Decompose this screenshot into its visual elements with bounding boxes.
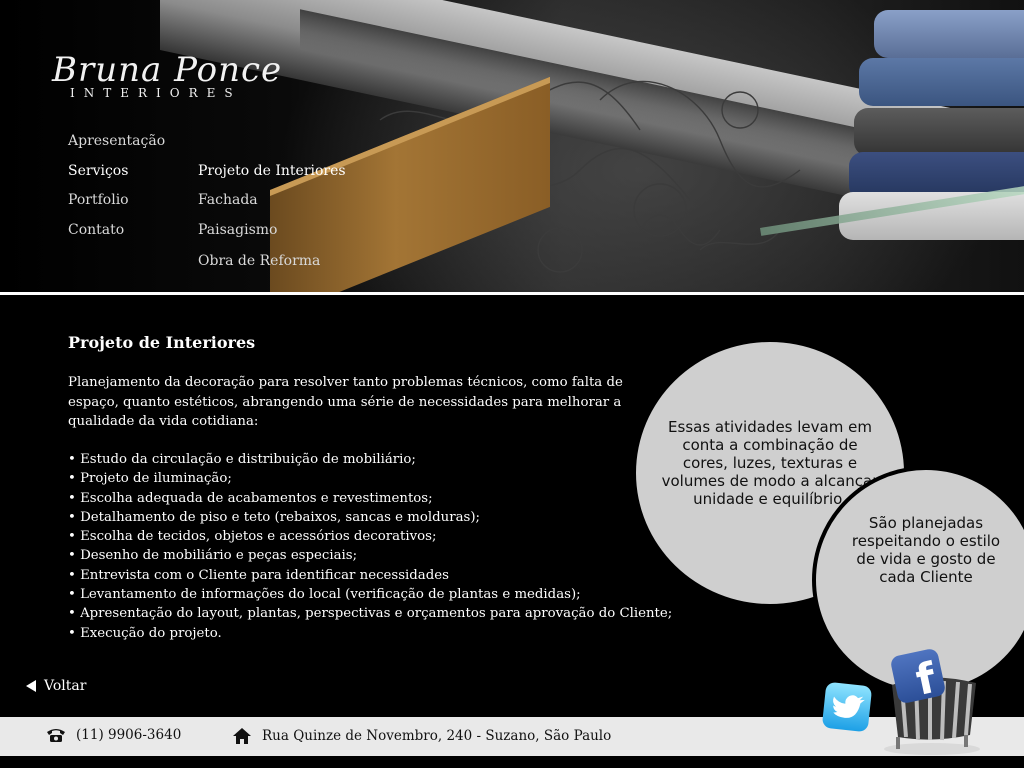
- footer-phone: (11) 9906-3640: [46, 727, 181, 743]
- logo-script: Bruna Ponce: [52, 50, 283, 90]
- triangle-left-icon: [26, 680, 36, 692]
- twitter-bird-icon: [833, 695, 865, 718]
- list-item: • Estudo da circulação e distribuição de…: [68, 452, 416, 467]
- nav-portfolio[interactable]: Portfolio: [68, 192, 129, 208]
- subnav-projeto-interiores[interactable]: Projeto de Interiores: [198, 163, 346, 179]
- subnav-fachada[interactable]: Fachada: [198, 192, 258, 208]
- page-title: Projeto de Interiores: [68, 333, 256, 352]
- brand-logo[interactable]: Bruna Ponce INTERIORES: [52, 50, 282, 100]
- phone-icon: [47, 729, 65, 742]
- services-list: • Estudo da circulação e distribuição de…: [68, 450, 672, 643]
- list-item: • Escolha adequada de acabamentos e reve…: [68, 490, 433, 506]
- fabric-stack-2: [859, 58, 1024, 106]
- divider: [0, 292, 1024, 295]
- subnav-obra-reforma[interactable]: Obra de Reforma: [198, 253, 320, 269]
- hero-banner: Bruna Ponce INTERIORES Apresentação Serv…: [0, 0, 1024, 292]
- intro-paragraph: Planejamento da decoração para resolver …: [68, 375, 623, 429]
- back-link[interactable]: Voltar: [26, 678, 86, 694]
- list-item: • Detalhamento de piso e teto (rebaixos,…: [68, 509, 480, 525]
- subnav-paisagismo[interactable]: Paisagismo: [198, 222, 277, 238]
- fabric-stack-1: [874, 10, 1024, 58]
- address-text: Rua Quinze de Novembro, 240 - Suzano, Sã…: [262, 728, 612, 744]
- nav-apresentacao[interactable]: Apresentação: [68, 133, 165, 149]
- bubble-text: Essas atividades levam em conta a combin…: [661, 418, 879, 508]
- phone-number: (11) 9906-3640: [76, 727, 182, 743]
- footer-address: Rua Quinze de Novembro, 240 - Suzano, Sã…: [232, 727, 611, 745]
- footer-bottom-strip: [0, 756, 1024, 768]
- list-item: • Projeto de iluminação;: [68, 471, 232, 487]
- fabric-stack-3: [854, 108, 1024, 156]
- list-item: • Entrevista com o Cliente para identifi…: [68, 567, 449, 583]
- twitter-icon[interactable]: [821, 681, 873, 733]
- bubble-text: São planejadas respeitando o estilo de v…: [851, 514, 1001, 586]
- list-item: • Desenho de mobiliário e peças especiai…: [68, 548, 358, 564]
- nav-servicos[interactable]: Serviços: [68, 163, 128, 179]
- list-item: • Apresentação do layout, plantas, persp…: [68, 606, 673, 622]
- list-item: • Levantamento de informações do local (…: [68, 587, 581, 603]
- list-item: • Escolha de tecidos, objetos e acessóri…: [68, 529, 437, 545]
- back-label: Voltar: [44, 678, 87, 694]
- facebook-icon[interactable]: f: [889, 647, 947, 705]
- home-icon: [233, 728, 251, 744]
- nav-contato[interactable]: Contato: [68, 222, 124, 238]
- list-item: • Execução do projeto.: [68, 625, 222, 641]
